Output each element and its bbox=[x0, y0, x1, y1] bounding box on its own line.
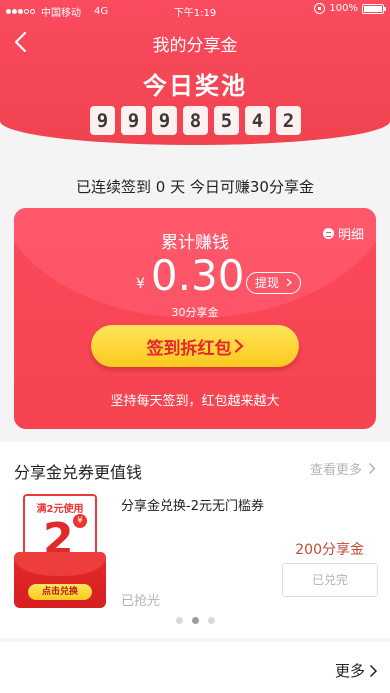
sign-in-label: 签到拆红包 bbox=[146, 338, 232, 359]
amount-value: 0.30 bbox=[150, 251, 245, 300]
header: 中国移动 4G 下午1:19 100% 我的分享金 今日奖池 9 9 9 8 5… bbox=[0, 0, 390, 145]
bottom-bar: 更多 bbox=[0, 642, 390, 693]
page-title: 我的分享金 bbox=[152, 36, 238, 56]
battery-icon bbox=[362, 3, 386, 14]
chevron-right-icon bbox=[286, 278, 292, 287]
page-dot-active[interactable] bbox=[191, 617, 199, 624]
orientation-lock-icon bbox=[314, 3, 326, 14]
grabbed-label: 已抢光 bbox=[121, 594, 161, 609]
page-dot[interactable] bbox=[175, 617, 183, 624]
cashout-button[interactable]: 提现 bbox=[246, 272, 301, 294]
pool-digit: 8 bbox=[183, 106, 208, 135]
chevron-right-icon bbox=[234, 339, 244, 353]
coupon-price: 200分享金 bbox=[295, 542, 364, 558]
status-right: 100% bbox=[314, 3, 386, 14]
sold-out-button[interactable]: 已兑完 bbox=[282, 563, 378, 597]
chevron-right-icon bbox=[369, 664, 378, 677]
more-label: 更多 bbox=[334, 662, 365, 680]
pool-counter: 9 9 9 8 5 4 2 bbox=[90, 106, 301, 135]
pool-digit: 4 bbox=[245, 106, 270, 135]
page-indicator bbox=[0, 617, 390, 624]
pool-digit: 9 bbox=[90, 106, 115, 135]
page-dot[interactable] bbox=[207, 617, 215, 624]
battery-percent: 100% bbox=[329, 3, 358, 14]
coupon-condition: 满2元使用 bbox=[36, 504, 84, 515]
nav-bar: 我的分享金 bbox=[0, 22, 390, 62]
section-title: 分享金兑券更值钱 bbox=[14, 463, 143, 482]
pool-digit: 9 bbox=[121, 106, 146, 135]
currency-symbol: ¥ bbox=[136, 276, 145, 292]
coupon-image[interactable]: 满2元使用 2 ¥ 点击兑换 bbox=[14, 494, 106, 608]
status-bar: 中国移动 4G 下午1:19 100% bbox=[0, 0, 390, 20]
more-link[interactable]: 更多 bbox=[335, 660, 378, 681]
view-more-link[interactable]: 查看更多 bbox=[310, 459, 376, 478]
view-more-label: 查看更多 bbox=[309, 463, 362, 478]
sign-hint: 坚持每天签到，红包越来越大 bbox=[110, 394, 280, 409]
pool-title: 今日奖池 bbox=[143, 72, 247, 100]
red-envelope-icon: 点击兑换 bbox=[14, 552, 106, 608]
amount-row: ¥ 0.30 bbox=[136, 252, 244, 300]
exchange-section: 分享金兑券更值钱 查看更多 满2元使用 2 ¥ 点击兑换 分享金兑换-2元无门槛… bbox=[0, 442, 390, 638]
coupon-exchange-tag: 点击兑换 bbox=[28, 584, 92, 600]
amount-sub: 30分享金 bbox=[171, 306, 219, 319]
chevron-right-icon bbox=[368, 462, 376, 475]
streak-text: 已连续签到 0 天 今日可赚30分享金 bbox=[76, 178, 314, 196]
pool-digit: 5 bbox=[214, 106, 239, 135]
earnings-card: 明细 累计赚钱 ¥ 0.30 提现 30分享金 签到拆红包 坚持每天签到，红包越… bbox=[14, 208, 376, 429]
yen-badge-icon: ¥ bbox=[73, 514, 87, 528]
sign-in-button[interactable]: 签到拆红包 bbox=[91, 325, 299, 367]
pool-digit: 9 bbox=[152, 106, 177, 135]
cashout-label: 提现 bbox=[255, 276, 280, 290]
pool-digit: 2 bbox=[276, 106, 301, 135]
accumulated-label: 累计赚钱 bbox=[161, 233, 229, 253]
coupon-name: 分享金兑换-2元无门槛券 bbox=[121, 499, 264, 514]
